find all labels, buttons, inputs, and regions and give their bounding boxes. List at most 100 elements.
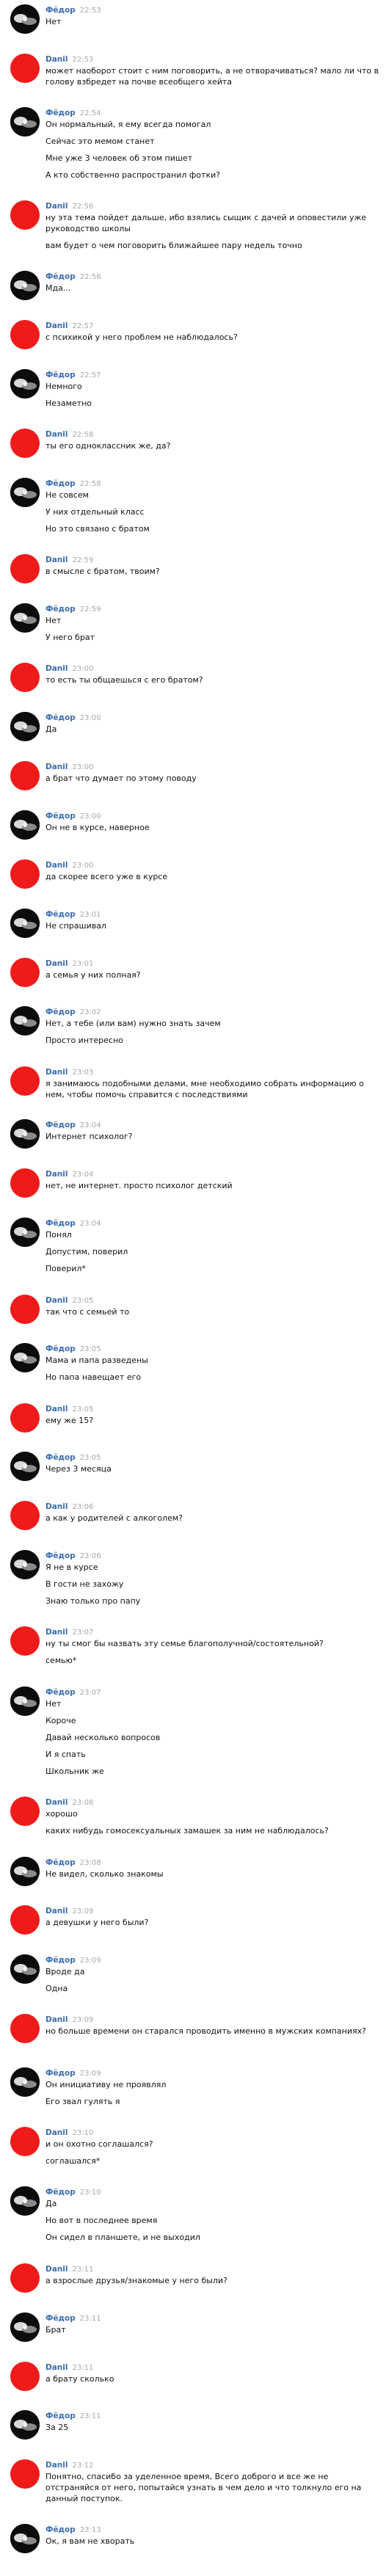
author-name-link[interactable]: Фёдор bbox=[45, 1453, 76, 1462]
message-text: У него брат bbox=[45, 633, 95, 642]
author-name-link[interactable]: Danil bbox=[45, 556, 68, 564]
author-name-link[interactable]: Фёдор bbox=[45, 479, 76, 488]
avatar[interactable] bbox=[10, 1550, 40, 1579]
avatar[interactable] bbox=[10, 2186, 40, 2216]
avatar[interactable] bbox=[10, 429, 40, 458]
message-time: 23:01 bbox=[72, 960, 94, 968]
avatar[interactable] bbox=[10, 761, 40, 790]
avatar[interactable] bbox=[10, 1168, 40, 1198]
author-name-link[interactable]: Danil bbox=[45, 202, 68, 211]
author-name-link[interactable]: Фёдор bbox=[45, 2188, 76, 2197]
author-name-link[interactable]: Фёдор bbox=[45, 1121, 76, 1129]
avatar[interactable] bbox=[10, 909, 40, 938]
message-body: Фёдор 23:05 Мама и папа разведены Но папа н… bbox=[45, 1343, 380, 1383]
author-name-link[interactable]: Фёдор bbox=[45, 6, 76, 15]
avatar[interactable] bbox=[10, 1452, 40, 1481]
avatar[interactable] bbox=[10, 1006, 40, 1036]
avatar[interactable] bbox=[10, 2313, 40, 2342]
author-name-link[interactable]: Danil bbox=[45, 959, 68, 968]
avatar[interactable] bbox=[10, 1501, 40, 1530]
avatar[interactable] bbox=[10, 1066, 40, 1096]
avatar[interactable] bbox=[10, 478, 40, 507]
avatar[interactable] bbox=[10, 1797, 40, 1826]
avatar[interactable] bbox=[10, 1954, 40, 1984]
author-name-link[interactable]: Danil bbox=[45, 2461, 68, 2470]
author-name-link[interactable]: Фёдор bbox=[45, 1008, 76, 1016]
message-text: Не видел, сколько знакомы bbox=[45, 1869, 164, 1879]
avatar[interactable] bbox=[10, 1857, 40, 1886]
author-name-link[interactable]: Фёдор bbox=[45, 713, 76, 722]
author-name-link[interactable]: Danil bbox=[45, 763, 68, 771]
avatar[interactable] bbox=[10, 54, 40, 83]
author-name-link[interactable]: Фёдор bbox=[45, 812, 76, 821]
author-name-link[interactable]: Фёдор bbox=[45, 1858, 76, 1867]
avatar[interactable] bbox=[10, 958, 40, 987]
message-time: 23:00 bbox=[72, 665, 94, 673]
author-name-link[interactable]: Фёдор bbox=[45, 1551, 76, 1560]
author-name-link[interactable]: Danil bbox=[45, 1907, 68, 1915]
author-name-link[interactable]: Фёдор bbox=[45, 910, 76, 919]
message-header: Danil 23:12 bbox=[45, 2459, 380, 2471]
author-name-link[interactable]: Danil bbox=[45, 1405, 68, 1413]
message-body: Danil 23:05 так что с семьей то bbox=[45, 1295, 380, 1317]
avatar[interactable] bbox=[10, 1295, 40, 1324]
author-name-link[interactable]: Фёдор bbox=[45, 272, 76, 281]
avatar[interactable] bbox=[10, 1687, 40, 1716]
author-name-link[interactable]: Фёдор bbox=[45, 1219, 76, 1228]
avatar[interactable] bbox=[10, 2362, 40, 2391]
author-name-link[interactable]: Фёдор bbox=[45, 605, 76, 614]
avatar[interactable] bbox=[10, 2410, 40, 2439]
avatar[interactable] bbox=[10, 369, 40, 399]
author-name-link[interactable]: Danil bbox=[45, 430, 68, 439]
avatar[interactable] bbox=[10, 200, 40, 230]
author-name-link[interactable]: Danil bbox=[45, 1296, 68, 1305]
avatar[interactable] bbox=[10, 1905, 40, 1935]
author-name-link[interactable]: Фёдор bbox=[45, 1956, 76, 1965]
author-name-link[interactable]: Фёдор bbox=[45, 1688, 76, 1697]
message-header: Фёдор 23:05 bbox=[45, 1343, 380, 1355]
author-name-link[interactable]: Danil bbox=[45, 664, 68, 673]
author-name-link[interactable]: Фёдор bbox=[45, 1345, 76, 1353]
author-name-link[interactable]: Danil bbox=[45, 1798, 68, 1807]
author-name-link[interactable]: Danil bbox=[45, 1170, 68, 1179]
author-name-link[interactable]: Danil bbox=[45, 2265, 68, 2274]
avatar[interactable] bbox=[10, 712, 40, 741]
avatar[interactable] bbox=[10, 2127, 40, 2156]
author-name-link[interactable]: Фёдор bbox=[45, 371, 76, 379]
author-name-link[interactable]: Danil bbox=[45, 55, 68, 64]
avatar[interactable] bbox=[10, 2524, 40, 2553]
avatar[interactable] bbox=[10, 1626, 40, 1656]
avatar[interactable] bbox=[10, 1403, 40, 1433]
avatar[interactable] bbox=[10, 663, 40, 692]
author-name-link[interactable]: Danil bbox=[45, 2363, 68, 2372]
avatar[interactable] bbox=[10, 2067, 40, 2097]
avatar[interactable] bbox=[10, 2459, 40, 2489]
author-name-link[interactable]: Danil bbox=[45, 2015, 68, 2024]
avatar[interactable] bbox=[10, 4, 40, 34]
avatar[interactable] bbox=[10, 859, 40, 889]
author-name-link[interactable]: Danil bbox=[45, 2128, 68, 2137]
message-text: а девушки у него были? bbox=[45, 1918, 149, 1927]
avatar[interactable] bbox=[10, 554, 40, 583]
author-name-link[interactable]: Фёдор bbox=[45, 2314, 76, 2323]
author-name-link[interactable]: Danil bbox=[45, 321, 68, 330]
author-name-link[interactable]: Danil bbox=[45, 1068, 68, 1077]
avatar[interactable] bbox=[10, 271, 40, 300]
avatar[interactable] bbox=[10, 1119, 40, 1149]
avatar[interactable] bbox=[10, 603, 40, 633]
author-name-link[interactable]: Фёдор bbox=[45, 109, 76, 117]
message-body: Фёдор 22:59 Нет У него брат bbox=[45, 603, 380, 643]
avatar[interactable] bbox=[10, 107, 40, 137]
avatar[interactable] bbox=[10, 1218, 40, 1247]
avatar[interactable] bbox=[10, 2263, 40, 2293]
avatar[interactable] bbox=[10, 320, 40, 349]
avatar[interactable] bbox=[10, 810, 40, 840]
author-name-link[interactable]: Фёдор bbox=[45, 2412, 76, 2420]
avatar[interactable] bbox=[10, 2014, 40, 2043]
author-name-link[interactable]: Фёдор bbox=[45, 2525, 76, 2534]
author-name-link[interactable]: Danil bbox=[45, 1628, 68, 1637]
avatar[interactable] bbox=[10, 1343, 40, 1372]
author-name-link[interactable]: Danil bbox=[45, 861, 68, 870]
author-name-link[interactable]: Фёдор bbox=[45, 2069, 76, 2078]
author-name-link[interactable]: Danil bbox=[45, 1502, 68, 1511]
